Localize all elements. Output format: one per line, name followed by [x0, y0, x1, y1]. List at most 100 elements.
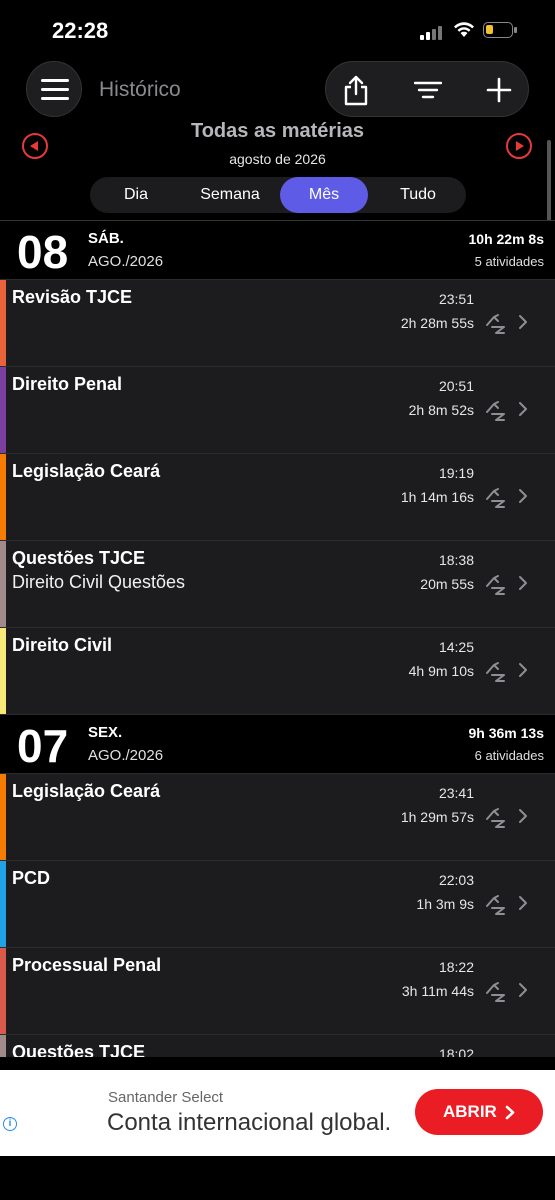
segment-week[interactable]: Semana	[184, 177, 276, 213]
chevron-right-icon	[518, 662, 528, 683]
study-method-icon	[484, 574, 510, 601]
subject-color-bar	[0, 541, 6, 627]
activity-title: Direito Civil	[12, 635, 113, 655]
activity-title: Legislação Ceará	[12, 461, 161, 481]
battery-icon	[483, 22, 517, 38]
segment-day[interactable]: Dia	[90, 177, 182, 213]
cellular-signal-icon	[420, 22, 444, 40]
activity-duration: 20m 55s	[420, 576, 474, 592]
study-method-icon	[484, 400, 510, 427]
day-header: 08 SÁB. AGO./2026 10h 22m 8s 5 atividades	[0, 221, 555, 280]
activity-row[interactable]: Direito Penal 20:51 2h 8m 52s	[0, 367, 555, 454]
day-month: AGO./2026	[88, 747, 164, 764]
subject-color-bar	[0, 774, 6, 860]
info-icon[interactable]: i	[3, 1117, 17, 1131]
subject-color-bar	[0, 948, 6, 1034]
activity-row[interactable]: Questões TJCE 18:02	[0, 1035, 555, 1057]
activity-time: 18:22	[438, 959, 474, 975]
chevron-right-icon	[518, 575, 528, 596]
activity-time: 19:19	[438, 465, 474, 481]
chevron-right-icon	[518, 982, 528, 1003]
share-button[interactable]	[340, 74, 372, 106]
subject-color-bar	[0, 367, 6, 453]
chevron-right-icon	[518, 488, 528, 509]
activity-title: Legislação Ceará	[12, 781, 161, 801]
filter-button[interactable]	[412, 74, 444, 106]
history-list: 08 SÁB. AGO./2026 10h 22m 8s 5 atividades Rev…	[0, 220, 555, 1057]
activity-duration: 1h 29m 57s	[400, 809, 474, 825]
subject-filter-title[interactable]: Todas as matérias	[0, 120, 555, 143]
ad-brand: Santander Select	[108, 1089, 224, 1106]
menu-button[interactable]	[26, 61, 82, 117]
activity-row[interactable]: Legislação Ceará 19:19 1h 14m 16s	[0, 454, 555, 541]
ad-banner[interactable]: i Santander Select Conta internacional g…	[0, 1070, 555, 1156]
wifi-icon	[454, 22, 474, 37]
activity-duration: 2h 8m 52s	[408, 402, 474, 418]
status-time: 22:28	[52, 18, 109, 43]
study-method-icon	[484, 487, 510, 514]
day-weekday: SÁB.	[88, 230, 124, 247]
activity-duration: 2h 28m 55s	[400, 315, 474, 331]
activity-duration: 1h 14m 16s	[400, 489, 474, 505]
activity-title: Questões TJCE	[12, 1042, 146, 1057]
activity-row[interactable]: Revisão TJCE 23:51 2h 28m 55s	[0, 280, 555, 367]
study-method-icon	[484, 894, 510, 921]
study-method-icon	[484, 661, 510, 688]
chevron-right-icon	[518, 401, 528, 422]
period-segmented-control: Dia Semana Mês Tudo	[90, 177, 466, 213]
activity-row[interactable]: Processual Penal 18:22 3h 11m 44s	[0, 948, 555, 1035]
day-number: 07	[17, 720, 69, 772]
subject-color-bar	[0, 628, 6, 714]
page-title: Histórico	[99, 78, 181, 101]
segment-all[interactable]: Tudo	[372, 177, 464, 213]
activity-row[interactable]: Questões TJCE Direito Civil Questões 18:38…	[0, 541, 555, 628]
activity-row[interactable]: Legislação Ceará 23:41 1h 29m 57s	[0, 774, 555, 861]
ad-open-label: ABRIR	[443, 1102, 497, 1121]
activity-time: 18:38	[438, 552, 474, 568]
activity-time: 23:41	[438, 785, 474, 801]
activity-duration: 1h 3m 9s	[416, 896, 474, 912]
activity-time: 23:51	[438, 291, 474, 307]
study-method-icon	[484, 313, 510, 340]
activity-row[interactable]: PCD 22:03 1h 3m 9s	[0, 861, 555, 948]
month-label: agosto de 2026	[229, 151, 326, 167]
chevron-right-icon	[518, 314, 528, 335]
plus-icon	[486, 77, 512, 103]
add-button[interactable]	[483, 74, 515, 106]
day-total-time: 10h 22m 8s	[468, 231, 545, 247]
activity-row[interactable]: Direito Civil 14:25 4h 9m 10s	[0, 628, 555, 715]
activity-title: Processual Penal	[12, 955, 162, 975]
day-activity-count: 6 atividades	[474, 748, 544, 763]
chevron-right-icon	[518, 808, 528, 829]
subject-color-bar	[0, 454, 6, 540]
day-header: 07 SEX. AGO./2026 9h 36m 13s 6 atividades	[0, 715, 555, 774]
status-bar: 22:28	[0, 0, 555, 60]
ad-text: Conta internacional global.	[107, 1109, 392, 1136]
day-total-time: 9h 36m 13s	[468, 725, 545, 741]
day-weekday: SEX.	[88, 724, 123, 741]
activity-subtitle: Direito Civil Questões	[12, 572, 186, 592]
study-method-icon	[484, 807, 510, 834]
subject-color-bar	[0, 1035, 6, 1057]
subject-color-bar	[0, 280, 6, 366]
chevron-right-icon	[518, 895, 528, 916]
subject-color-bar	[0, 861, 6, 947]
day-number: 08	[17, 226, 69, 278]
hamburger-icon	[41, 79, 69, 106]
segment-month[interactable]: Mês	[280, 177, 368, 213]
header-actions	[325, 61, 529, 117]
filter-lines-icon	[414, 81, 442, 99]
chevron-right-icon	[505, 1105, 515, 1120]
day-month: AGO./2026	[88, 253, 164, 270]
activity-title: PCD	[12, 868, 51, 888]
activity-title: Revisão TJCE	[12, 287, 133, 307]
activity-time: 20:51	[438, 378, 474, 394]
activity-duration: 3h 11m 44s	[401, 983, 474, 999]
activity-time: 18:02	[438, 1046, 474, 1057]
day-activity-count: 5 atividades	[474, 254, 544, 269]
activity-duration: 4h 9m 10s	[408, 663, 474, 679]
ad-open-button[interactable]: ABRIR	[415, 1089, 543, 1135]
activity-title: Questões TJCE	[12, 548, 146, 568]
study-method-icon	[484, 981, 510, 1008]
activity-time: 14:25	[438, 639, 474, 655]
